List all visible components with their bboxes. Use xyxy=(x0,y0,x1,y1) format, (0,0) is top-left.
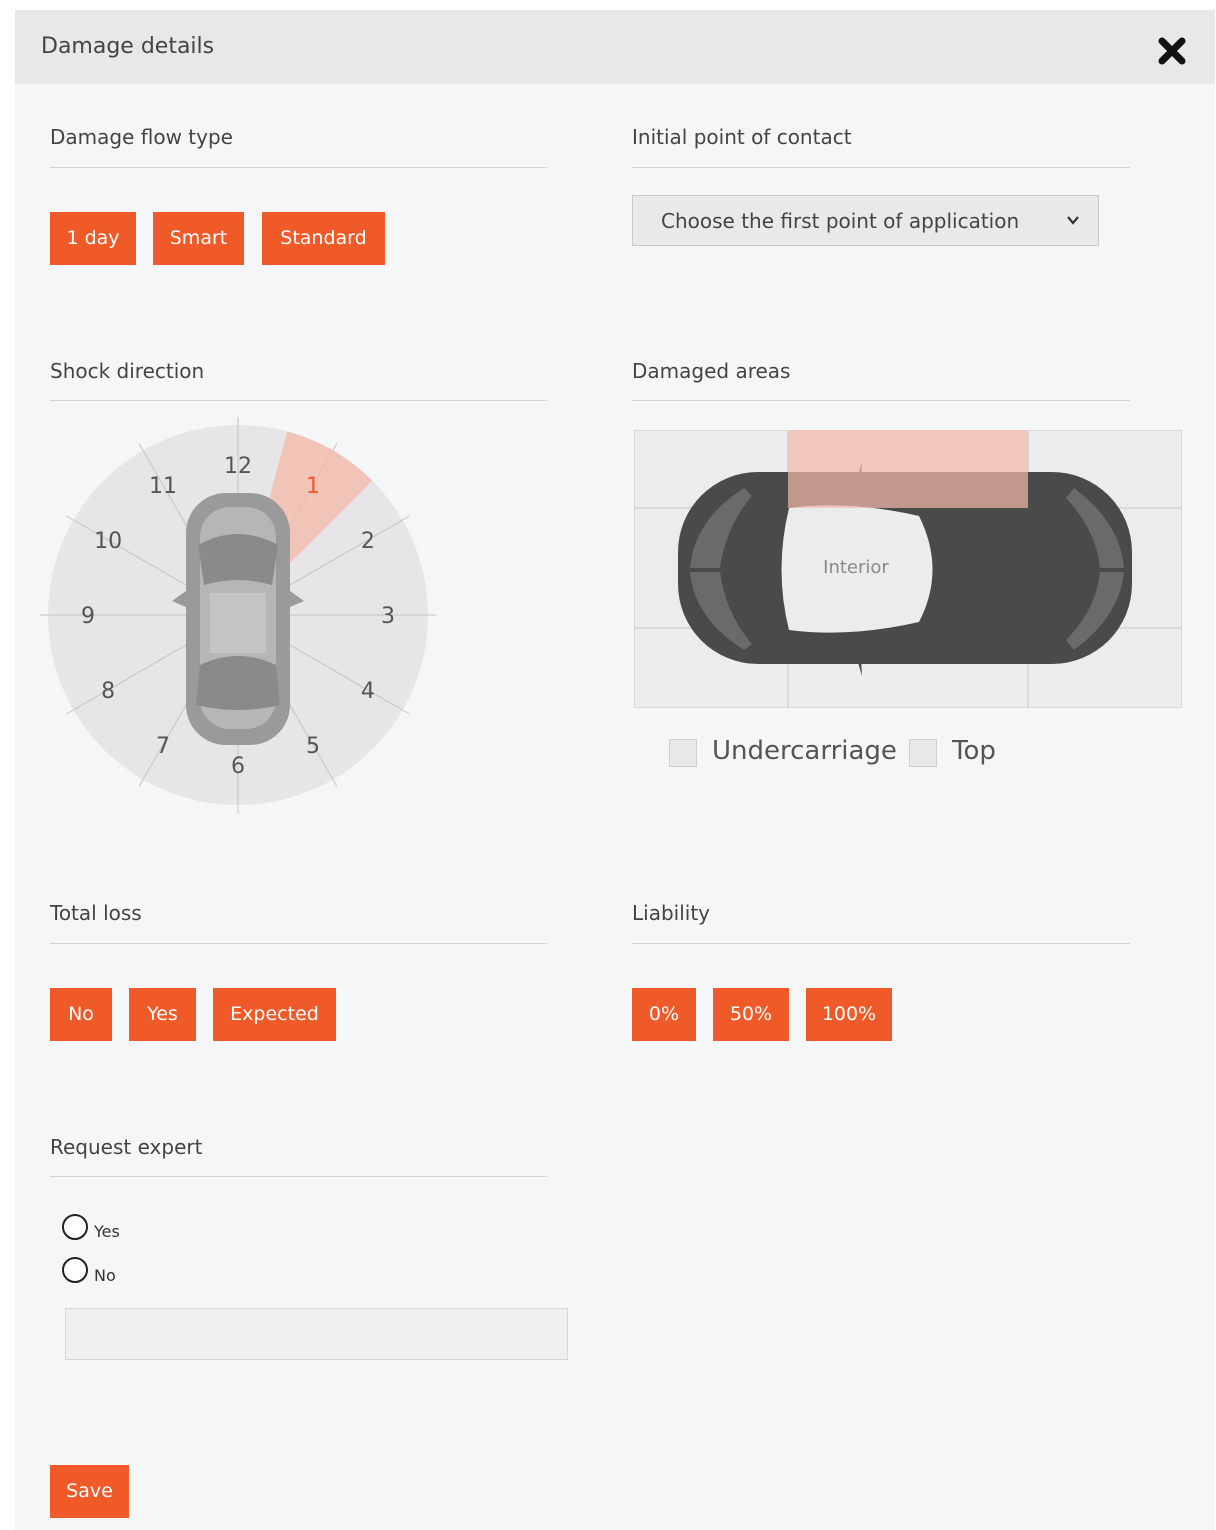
dial-hour-label: 3 xyxy=(381,604,395,629)
first-point-select-value: Choose the first point of application xyxy=(661,209,1020,233)
chevron-down-icon xyxy=(1067,216,1079,225)
liability-title: Liability xyxy=(632,901,710,925)
liability-100-button[interactable]: 100% xyxy=(806,988,892,1041)
undercarriage-label: Undercarriage xyxy=(712,736,897,766)
shock-direction-title: Shock direction xyxy=(50,359,205,383)
dial-hour-label: 4 xyxy=(361,679,375,704)
total-loss-title: Total loss xyxy=(50,901,142,925)
dial-hour-label: 8 xyxy=(101,679,115,704)
dial-hour-label: 9 xyxy=(81,604,95,629)
top-label: Top xyxy=(952,736,996,766)
expert-no-label: No xyxy=(94,1266,116,1285)
dialog-header: Damage details xyxy=(15,10,1215,84)
dial-hour-label: 1 xyxy=(306,474,320,499)
dial-hour-label: 12 xyxy=(224,454,252,479)
flow-smart-button[interactable]: Smart xyxy=(153,212,244,265)
first-point-select[interactable]: Choose the first point of application xyxy=(632,195,1099,246)
top-checkbox[interactable] xyxy=(909,739,937,767)
save-button[interactable]: Save xyxy=(50,1465,129,1518)
total-loss-no-button[interactable]: No xyxy=(50,988,112,1041)
dial-hour-label: 10 xyxy=(94,529,122,554)
request-expert-title: Request expert xyxy=(50,1135,203,1159)
car-top-view-icon xyxy=(172,493,304,745)
damaged-areas-divider xyxy=(632,400,1130,401)
dial-hour-label: 11 xyxy=(149,474,177,499)
damaged-areas-title: Damaged areas xyxy=(632,359,791,383)
dialog-title: Damage details xyxy=(41,34,215,59)
total-loss-yes-button[interactable]: Yes xyxy=(129,988,196,1041)
close-icon[interactable] xyxy=(1157,36,1187,66)
flow-1-day-button[interactable]: 1 day xyxy=(50,212,136,265)
liability-divider xyxy=(632,943,1130,944)
damaged-areas-grid[interactable]: Interior xyxy=(634,430,1182,708)
expert-yes-radio[interactable] xyxy=(62,1214,88,1240)
expert-yes-label: Yes xyxy=(94,1222,120,1241)
damaged-area-highlight[interactable] xyxy=(788,430,1028,508)
shock-direction-dial[interactable]: 121234567891011 xyxy=(40,415,440,815)
flow-type-divider xyxy=(50,167,548,168)
shock-direction-divider xyxy=(50,400,548,401)
dial-hour-label: 2 xyxy=(361,529,375,554)
total-loss-divider xyxy=(50,943,548,944)
request-expert-divider xyxy=(50,1176,548,1177)
flow-type-title: Damage flow type xyxy=(50,125,233,149)
liability-0-button[interactable]: 0% xyxy=(632,988,696,1041)
initial-contact-divider xyxy=(632,167,1130,168)
dial-hour-label: 7 xyxy=(156,734,170,759)
initial-contact-title: Initial point of contact xyxy=(632,125,852,149)
total-loss-expected-button[interactable]: Expected xyxy=(213,988,336,1041)
undercarriage-checkbox[interactable] xyxy=(669,739,697,767)
damage-details-dialog: Damage details Damage flow type 1 day Sm… xyxy=(15,10,1215,1530)
expert-no-radio[interactable] xyxy=(62,1257,88,1283)
flow-standard-button[interactable]: Standard xyxy=(262,212,385,265)
dial-hour-label: 5 xyxy=(306,734,320,759)
expert-comment-input[interactable] xyxy=(65,1308,568,1360)
interior-label: Interior xyxy=(823,557,889,578)
liability-50-button[interactable]: 50% xyxy=(713,988,789,1041)
dial-hour-label: 6 xyxy=(231,754,245,779)
